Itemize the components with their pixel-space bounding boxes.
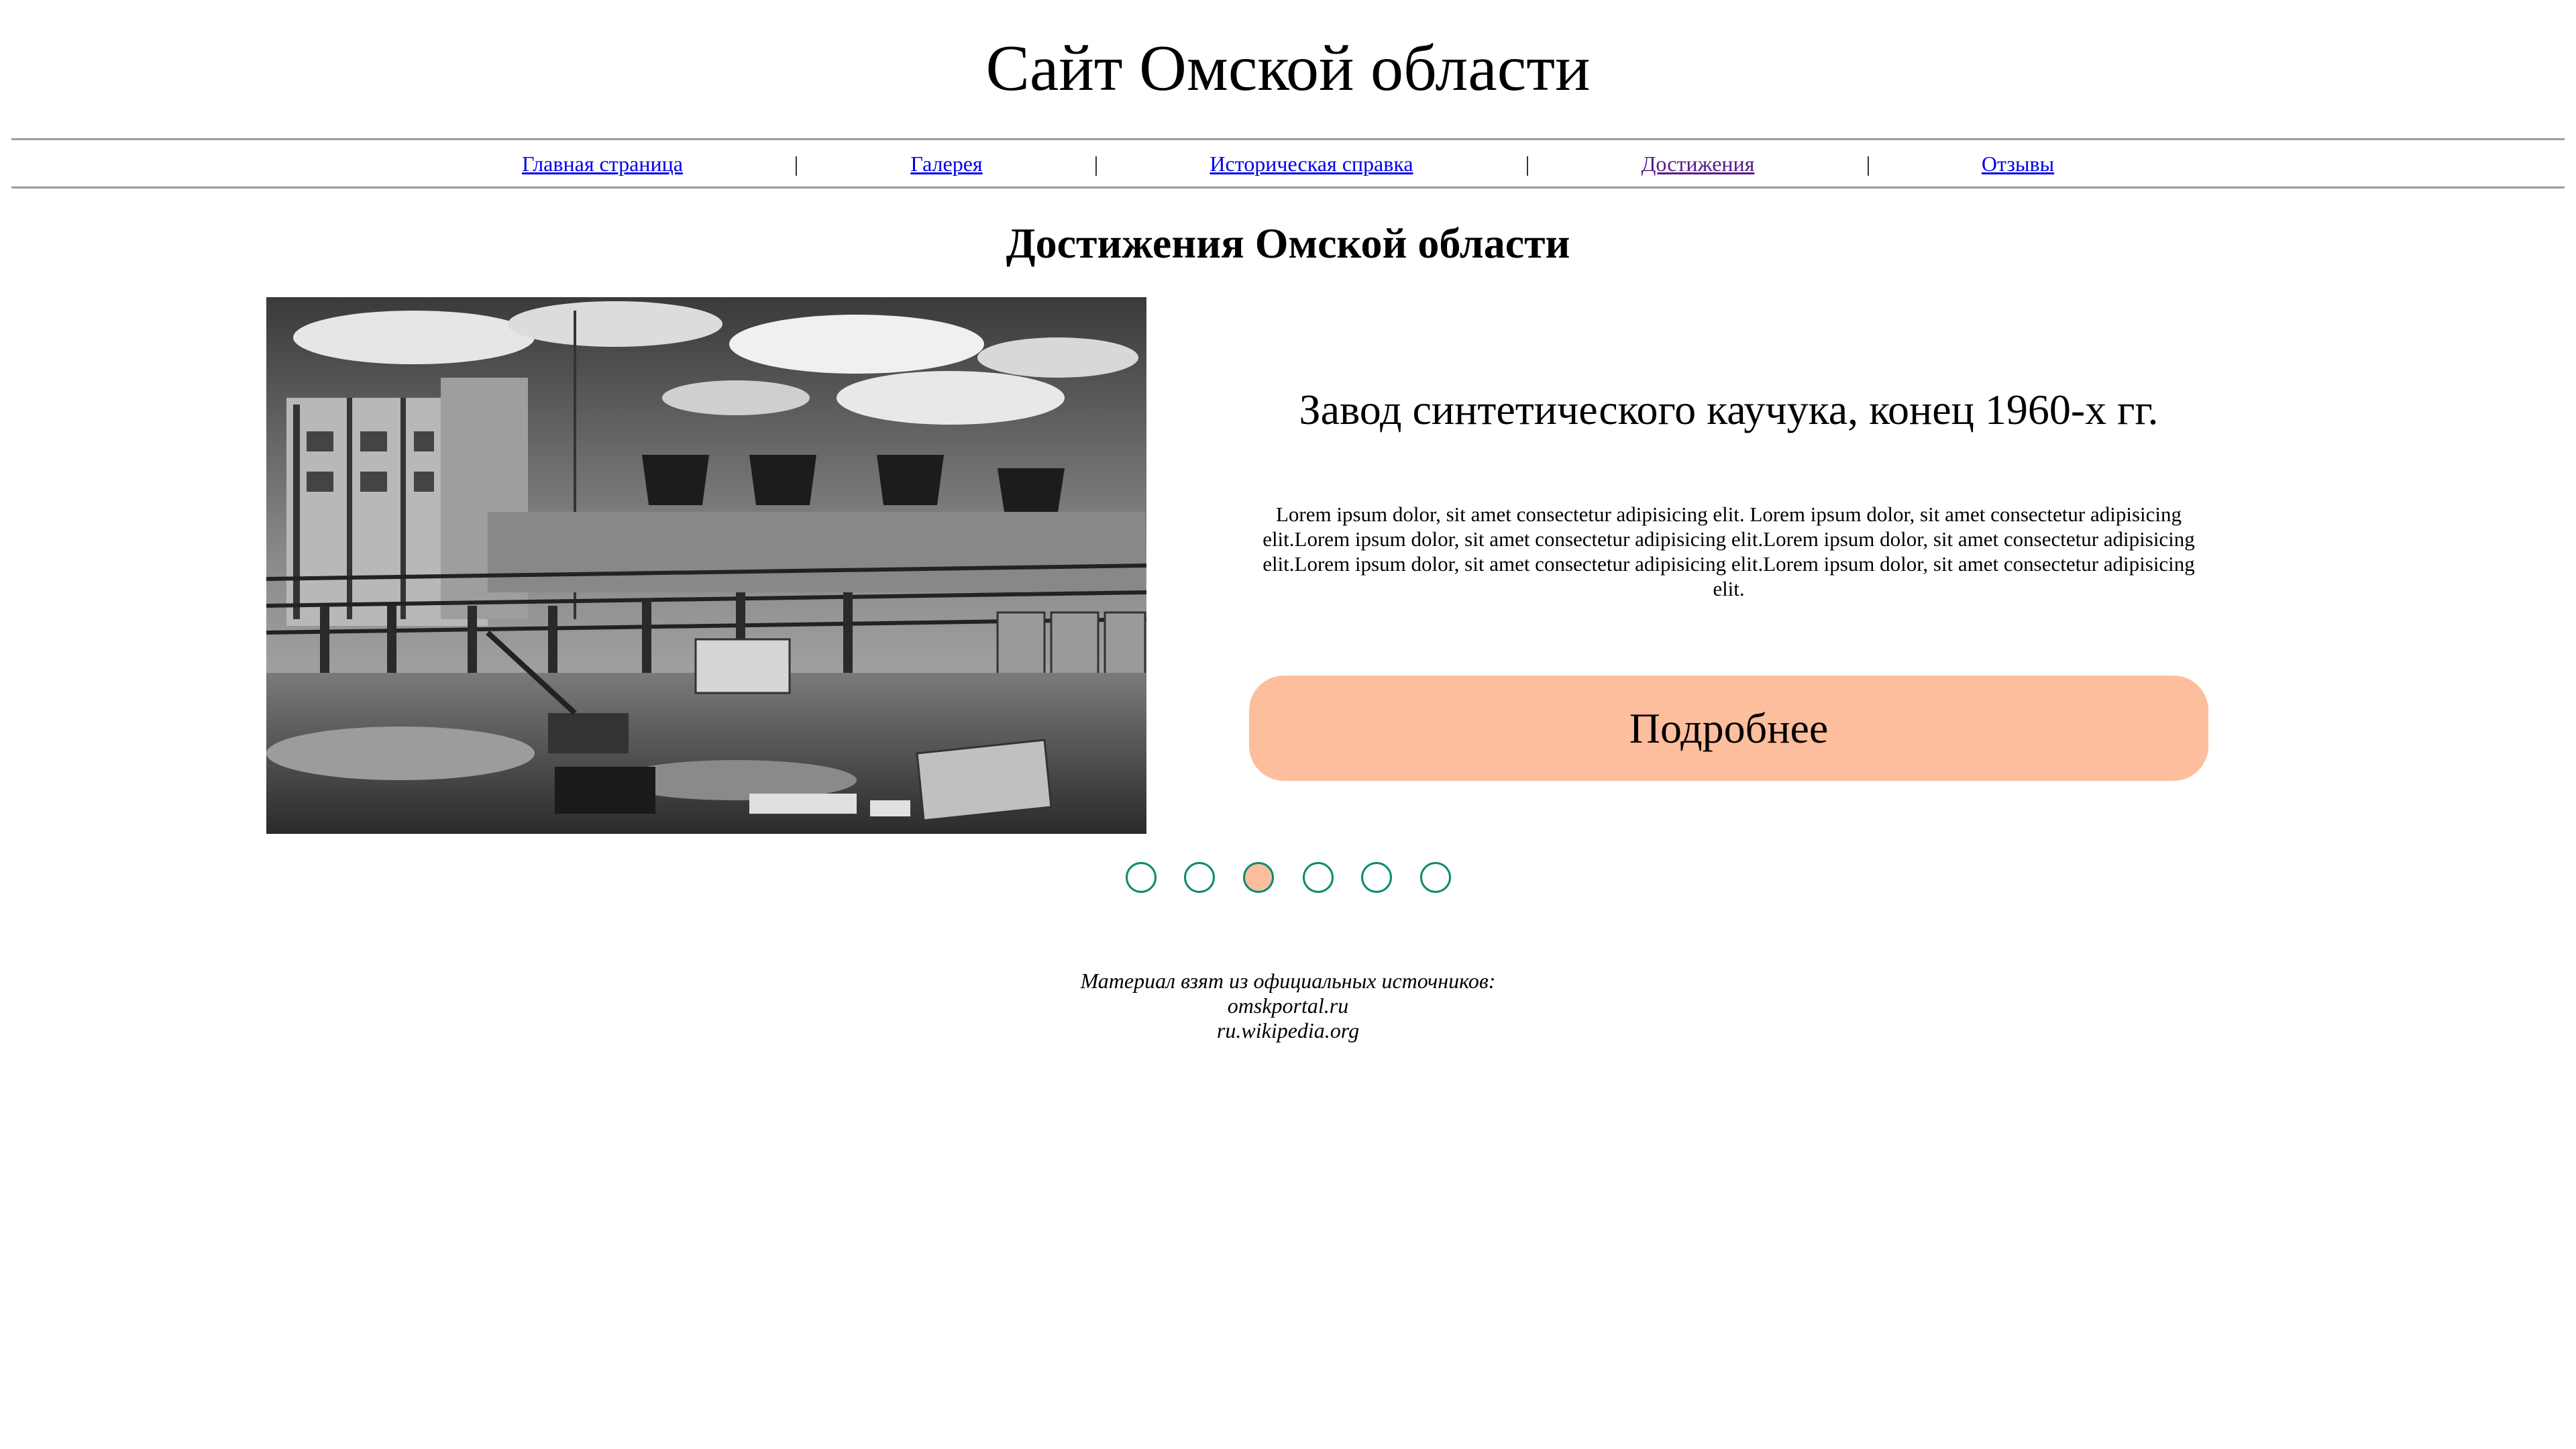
nav-separator: | xyxy=(1525,152,1530,176)
nav-link-reviews[interactable]: Отзывы xyxy=(1982,149,2054,178)
carousel-dot[interactable] xyxy=(1361,862,1392,893)
site-title: Сайт Омской области xyxy=(985,32,1591,105)
nav-link-history[interactable]: Историческая справка xyxy=(1210,149,1413,178)
carousel-dot[interactable] xyxy=(1303,862,1334,893)
nav-divider-bottom xyxy=(11,186,2565,189)
footer-sources: Материал взят из официальных источников:… xyxy=(0,969,2576,1043)
more-button[interactable]: Подробнее xyxy=(1249,676,2208,781)
nav-link-gallery[interactable]: Галерея xyxy=(910,149,982,178)
slide-caption: Завод синтетического каучука, конец 1960… xyxy=(1299,386,2159,433)
factory-photo xyxy=(266,297,1146,834)
slide-description: Lorem ipsum dolor, sit amet consectetur … xyxy=(1263,502,2195,600)
nav-divider-top xyxy=(11,138,2565,140)
carousel-dot[interactable] xyxy=(1420,862,1451,893)
carousel-dot[interactable] xyxy=(1184,862,1215,893)
footer-source-omskportal: omskportal.ru xyxy=(1227,994,1349,1018)
nav-link-home[interactable]: Главная страница xyxy=(522,149,683,178)
nav-separator: | xyxy=(1093,152,1099,176)
carousel-dot[interactable] xyxy=(1126,862,1157,893)
carousel-dot-active[interactable] xyxy=(1243,862,1274,893)
nav-separator: | xyxy=(794,152,799,176)
nav-separator: | xyxy=(1866,152,1871,176)
section-heading: Достижения Омской области xyxy=(1006,219,1570,267)
footer-note: Материал взят из официальных источников: xyxy=(1080,969,1496,993)
nav-link-achievements[interactable]: Достижения xyxy=(1642,149,1755,178)
footer-source-wikipedia: ru.wikipedia.org xyxy=(1216,1018,1360,1042)
